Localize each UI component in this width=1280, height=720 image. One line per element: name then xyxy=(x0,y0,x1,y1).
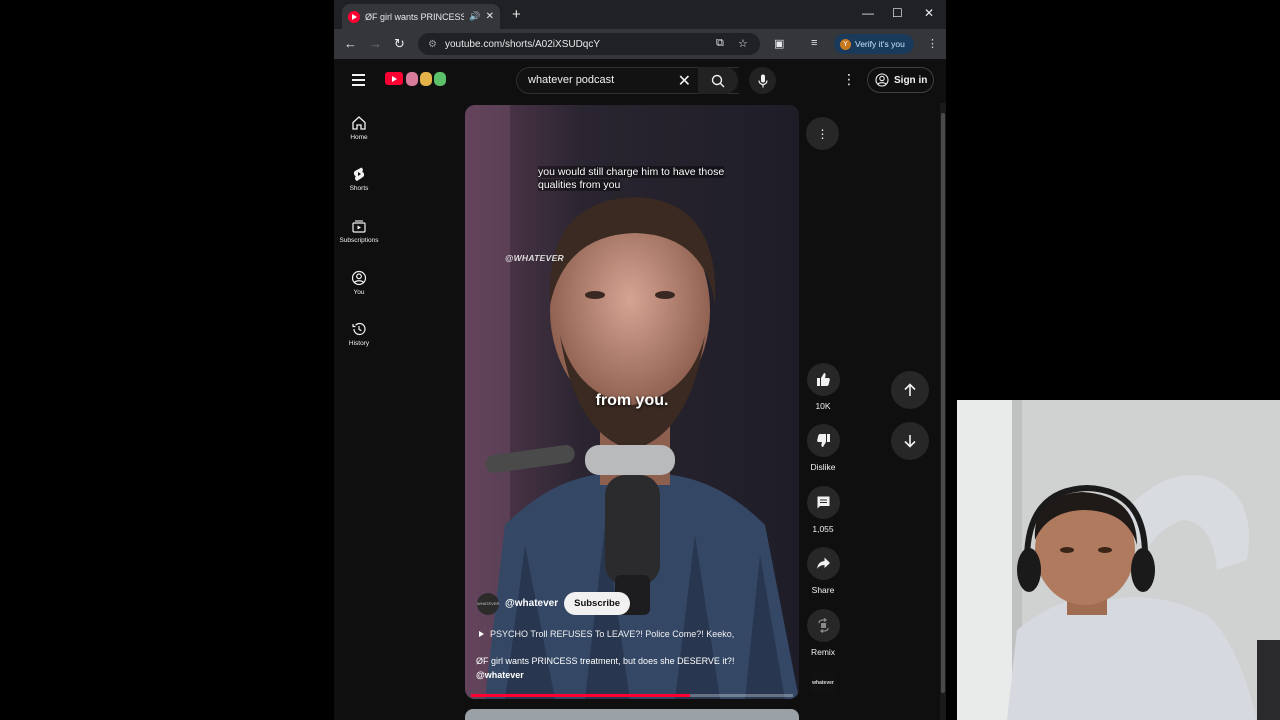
video-watermark: @WHATEVER xyxy=(505,253,564,263)
search-input[interactable]: whatever podcast xyxy=(528,74,614,86)
clear-search-icon[interactable]: ✕ xyxy=(678,71,691,91)
microphone-icon xyxy=(757,74,768,87)
remix-button[interactable]: Remix xyxy=(804,609,842,657)
channel-avatar[interactable]: WHATEVER xyxy=(477,592,499,615)
comment-count: 1,055 xyxy=(812,524,834,534)
verify-label: Verify it's you xyxy=(855,39,905,49)
thumbs-up-icon xyxy=(816,373,830,386)
next-short-preview[interactable] xyxy=(465,709,799,720)
active-tab[interactable]: ØF girl wants PRINCESS treatment 🔊 ✕ xyxy=(342,4,500,29)
sign-in-label: Sign in xyxy=(894,74,928,86)
you-icon xyxy=(351,270,367,286)
play-icon xyxy=(479,631,484,637)
share-button[interactable]: Share xyxy=(804,547,842,595)
search-icon xyxy=(711,74,725,87)
forward-icon[interactable]: → xyxy=(369,36,382,51)
arrow-up-icon xyxy=(904,383,916,396)
new-tab-icon[interactable]: + xyxy=(512,6,521,23)
caption-main: from you. xyxy=(595,392,669,409)
next-short-button[interactable] xyxy=(891,422,929,460)
reload-icon[interactable]: ↻ xyxy=(394,36,405,52)
search-button[interactable] xyxy=(698,67,738,94)
menu-icon[interactable] xyxy=(352,74,365,89)
like-count: 10K xyxy=(815,401,831,411)
youtube-header: whatever podcast ✕ ⋮ Sign in xyxy=(334,59,946,103)
share-icon xyxy=(816,557,830,569)
like-button[interactable]: 10K xyxy=(804,363,842,411)
dislike-button[interactable]: Dislike xyxy=(804,424,842,472)
bookmark-star-icon[interactable]: ☆ xyxy=(738,37,748,50)
omnibox[interactable]: ⚙ youtube.com/shorts/A02iXSUDqcY xyxy=(418,33,760,55)
sign-in-button[interactable]: Sign in xyxy=(867,67,934,93)
webcam-image xyxy=(957,400,1280,720)
thumbs-down-icon xyxy=(816,434,830,447)
voice-search-button[interactable] xyxy=(749,67,776,94)
speaker-icon[interactable]: 🔊 xyxy=(469,11,480,22)
previous-short-button[interactable] xyxy=(891,371,929,409)
home-icon xyxy=(352,116,366,130)
split-view-icon[interactable]: ▣ xyxy=(774,37,784,50)
progress-fill xyxy=(471,694,690,697)
webcam-overlay xyxy=(957,400,1280,720)
guide-item-you[interactable]: You xyxy=(334,270,384,296)
share-label: Share xyxy=(811,585,835,595)
account-icon xyxy=(875,73,889,87)
scrollbar-thumb[interactable] xyxy=(941,113,945,693)
install-app-icon[interactable]: ⧉ xyxy=(716,37,724,50)
browser-window: ØF girl wants PRINCESS treatment 🔊 ✕ + —… xyxy=(334,0,946,720)
tab-strip: ØF girl wants PRINCESS treatment 🔊 ✕ + —… xyxy=(334,0,946,29)
guide-item-shorts[interactable]: Shorts xyxy=(334,166,384,192)
more-actions-button[interactable]: ⋮ xyxy=(806,117,839,150)
url-text: youtube.com/shorts/A02iXSUDqcY xyxy=(444,38,601,50)
guide-label-history: History xyxy=(348,340,370,347)
youtube-favicon-icon xyxy=(348,10,360,23)
channel-thumbnail[interactable]: whatever xyxy=(810,672,836,694)
back-icon[interactable]: ← xyxy=(344,36,357,51)
description-text: ØF girl wants PRINCESS treatment, but do… xyxy=(476,656,735,666)
video-progress-bar[interactable] xyxy=(471,694,793,697)
description-handle[interactable]: @whatever xyxy=(476,668,776,682)
doodle-icon[interactable] xyxy=(406,72,446,86)
subscribe-button[interactable]: Subscribe xyxy=(564,592,631,615)
verify-identity-chip[interactable]: Y Verify it's you xyxy=(834,34,914,54)
close-window-icon[interactable]: ✕ xyxy=(924,6,934,20)
guide-item-subscriptions[interactable]: Subscriptions xyxy=(334,218,384,244)
remix-label: Remix xyxy=(810,647,836,657)
guide-item-home[interactable]: Home xyxy=(334,115,384,141)
comments-button[interactable]: 1,055 xyxy=(804,486,842,534)
page-scrollbar[interactable] xyxy=(940,103,946,720)
profile-icon: Y xyxy=(840,38,851,50)
maximize-icon[interactable]: ☐ xyxy=(892,6,903,20)
browser-menu-icon[interactable]: ⋮ xyxy=(927,37,938,50)
close-tab-icon[interactable]: ✕ xyxy=(486,11,494,22)
shorts-video-player[interactable]: you would still charge him to have those… xyxy=(465,105,799,699)
address-bar: ← → ↻ ⚙ youtube.com/shorts/A02iXSUDqcY ⧉… xyxy=(334,29,946,59)
settings-more-icon[interactable]: ⋮ xyxy=(842,71,856,88)
tab-title: ØF girl wants PRINCESS treatment xyxy=(365,11,465,22)
shorts-icon xyxy=(353,167,365,181)
video-description: ØF girl wants PRINCESS treatment, but do… xyxy=(476,654,776,682)
arrow-down-icon xyxy=(904,435,916,448)
channel-row: WHATEVER @whatever Subscribe xyxy=(477,592,631,615)
guide-label-subscriptions: Subscriptions xyxy=(339,237,379,244)
subscriptions-icon xyxy=(352,220,366,233)
guide-label-home: Home xyxy=(350,134,368,141)
minimize-icon[interactable]: — xyxy=(862,6,874,20)
guide-label-you: You xyxy=(353,289,365,296)
site-info-icon[interactable]: ⚙ xyxy=(428,39,437,50)
remix-icon xyxy=(817,618,829,633)
caption-top: you would still charge him to have those… xyxy=(538,166,725,191)
media-queue-icon[interactable]: ≡ xyxy=(811,37,817,49)
channel-handle[interactable]: @whatever xyxy=(505,598,558,609)
related-video-link[interactable]: PSYCHO Troll REFUSES To LEAVE?! Police C… xyxy=(479,629,734,639)
history-icon xyxy=(352,322,366,336)
dislike-label: Dislike xyxy=(810,462,836,472)
comment-icon xyxy=(817,496,829,509)
youtube-logo-icon[interactable] xyxy=(385,72,403,85)
guide-label-shorts: Shorts xyxy=(349,185,369,192)
related-video-title: PSYCHO Troll REFUSES To LEAVE?! Police C… xyxy=(490,629,735,639)
guide-item-history[interactable]: History xyxy=(334,321,384,347)
